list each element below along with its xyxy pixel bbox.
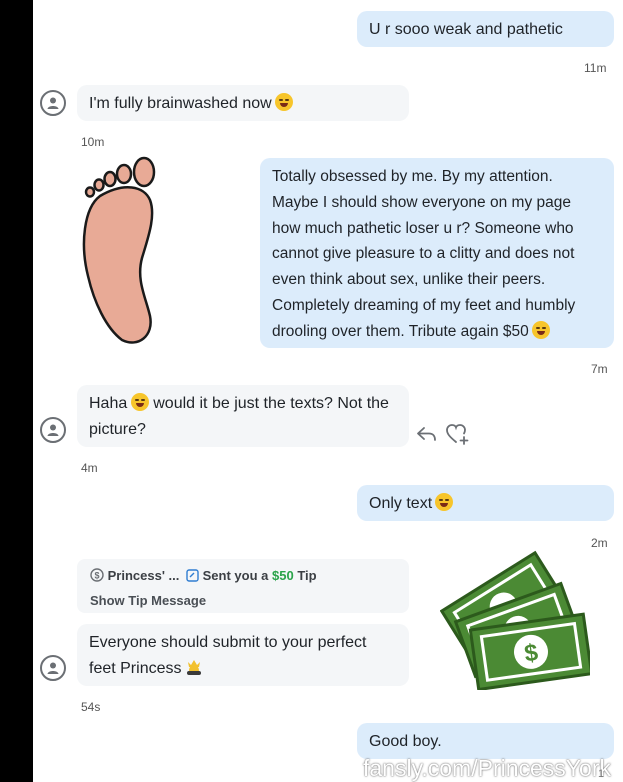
message-text: picture? [89,421,146,438]
watermark: fansly.com/PrincessYork [363,755,611,781]
show-tip-message-link[interactable]: Show Tip Message [90,593,206,608]
message-outgoing[interactable]: Good boy. [357,723,614,759]
message-line: how much pathetic loser u r? Someone who [272,219,574,237]
message-incoming[interactable]: Haha would it be just the texts? Not the … [77,385,409,447]
avatar-icon[interactable] [40,90,66,116]
tip-card[interactable]: $ Princess' ... Sent you a $50 Tip Show … [77,559,409,613]
message-incoming[interactable]: Everyone should submit to your perfect f… [77,624,409,686]
message-outgoing[interactable]: U r sooo weak and pathetic [357,11,614,47]
message-line: Totally obsessed by me. By my attention. [272,168,553,185]
reply-icon[interactable] [416,425,438,443]
message-outgoing[interactable]: Totally obsessed by me. By my attention.… [260,158,614,348]
message-text: feet Princess [89,660,182,677]
message-time: 11m [584,61,607,75]
left-black-bar [0,0,33,782]
message-line: drooling over them. Tribute again $50 [272,322,529,340]
avatar-icon[interactable] [40,655,66,681]
avatar-icon[interactable] [40,417,66,443]
message-line: Maybe I should show everyone on my page [272,193,571,211]
money-sticker: $ $ [440,550,590,690]
message-line: Completely dreaming of my feet and humbl… [272,296,576,314]
tip-word: Tip [297,568,317,583]
message-text: would it be just the texts? Not the [153,395,389,412]
foot-sticker [82,156,156,344]
heart-plus-icon[interactable] [445,423,471,445]
dollar-circle-icon: $ [90,568,104,582]
message-time: 54s [81,700,101,714]
message-text: Everyone should submit to your perfect [89,634,367,651]
tip-sent-text: Sent you a [202,568,269,583]
tears-of-joy-icon [435,493,454,511]
message-text: Good boy. [369,733,442,750]
message-text: Haha [89,395,128,412]
tip-amount: $50 [272,568,294,583]
svg-text:$: $ [94,571,99,581]
message-text: Only text [369,495,433,512]
message-line: cannot give pleasure to a clitty and doe… [272,245,575,263]
message-text: I'm fully brainwashed now [89,95,272,112]
message-time: 7m [591,362,608,376]
message-line: even think about sex, unlike their peers… [272,271,546,289]
message-text: U r sooo weak and pathetic [369,21,563,38]
tip-sender: Princess' ... [107,568,180,583]
tears-of-joy-icon [274,93,293,111]
message-time: 10m [81,135,105,149]
sweat-smile-icon [131,393,150,411]
corner-text: 1 [598,768,608,780]
message-incoming[interactable]: I'm fully brainwashed now [77,85,409,121]
crown-bow-icon [187,660,202,675]
message-outgoing[interactable]: Only text [357,485,614,521]
tip-note-icon [186,569,199,582]
message-time: 2m [591,536,608,550]
message-time: 4m [81,461,98,475]
tears-of-joy-icon [531,320,550,339]
